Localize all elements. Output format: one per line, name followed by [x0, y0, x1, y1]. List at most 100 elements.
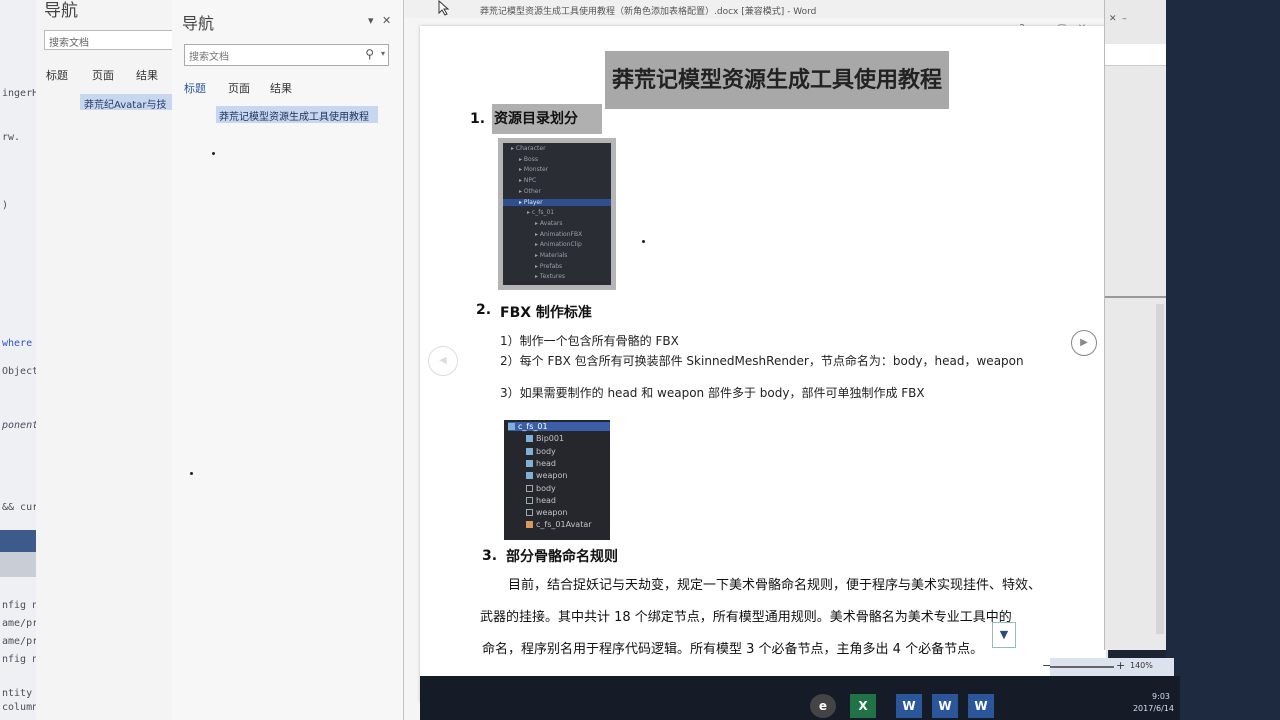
hierarchy-node-label: c_fs_01 — [518, 422, 548, 431]
hierarchy-node: head — [526, 459, 556, 468]
fbx-point-3: 3）如果需要制作的 head 和 weapon 部件多于 body，部件可单独制… — [500, 386, 925, 400]
tree-folder-item: ▸ Boss — [519, 155, 538, 163]
gameobject-icon — [526, 435, 533, 443]
next-page-button[interactable]: ▶ — [1071, 330, 1097, 356]
chevron-down-icon[interactable]: ▾ — [381, 49, 385, 58]
section-3-number: 3. — [482, 548, 498, 564]
taskbar-app-word[interactable]: W — [968, 694, 994, 718]
gameobject-icon — [526, 472, 533, 480]
taskbar-app-excel[interactable]: X — [850, 694, 876, 718]
section-2-heading: FBX 制作标准 — [500, 305, 592, 321]
bookmark-icon[interactable]: ▼ — [992, 622, 1016, 648]
hierarchy-node: body — [526, 484, 556, 493]
section-3-heading: 部分骨骼命名规则 — [506, 549, 618, 565]
tree-folder-item: ▸ AnimationFBX — [535, 230, 583, 238]
window-title: 莽荒记模型资源生成工具使用教程（新角色添加表格配置）.docx [兼容模式] -… — [480, 7, 817, 17]
previous-page-button[interactable]: ◀ — [428, 346, 458, 376]
window-controls-icon: ✕ – — [1109, 14, 1127, 24]
taskbar-app-word[interactable]: W — [896, 694, 922, 718]
zoom-in-button[interactable]: + — [1116, 659, 1125, 672]
gameobject-icon — [526, 459, 533, 467]
fbx-point-2: 2）每个 FBX 包含所有可换装部件 SkinnedMeshRender，节点命… — [500, 354, 1024, 368]
document-title: 莽荒记模型资源生成工具使用教程 — [605, 51, 949, 109]
tree-folder-item: ▸ c_fs_01 — [527, 209, 555, 217]
nav-pane-close-icon[interactable]: ✕ — [382, 14, 391, 27]
desktop-background — [1166, 0, 1280, 720]
zoom-level[interactable]: 140% — [1130, 661, 1153, 670]
tree-folder-item: ▸ Textures — [535, 273, 566, 281]
gameobject-icon — [508, 423, 515, 430]
naming-paragraph-line: 武器的挂接。其中共计 18 个绑定节点，所有模型通用规则。美术骨骼名为美术专业工… — [480, 610, 1012, 625]
naming-paragraph-line: 命名，程序别名用于程序代码逻辑。所有模型 3 个必备节点，主角多出 4 个必备节… — [482, 642, 984, 657]
section-2-number: 2. — [476, 302, 492, 318]
hierarchy-node-label: head — [536, 458, 556, 468]
mesh-icon — [526, 496, 533, 504]
gameobject-icon — [526, 447, 533, 455]
back-nav-tab-pages[interactable]: 页面 — [92, 67, 114, 83]
tab-headings[interactable]: 标题 — [184, 80, 206, 96]
fbx-point-1: 1）制作一个包含所有骨骼的 FBX — [500, 334, 679, 348]
ie-icon[interactable]: e — [810, 694, 836, 718]
taskbar-app-word[interactable]: W — [932, 694, 958, 718]
tree-folder-item: ▸ Player — [503, 198, 611, 206]
system-tray[interactable]: 9:03 2017/6/14 — [1024, 690, 1180, 720]
fbx-hierarchy-screenshot: c_fs_01 Bip001 body head weapon body head weapo… — [504, 420, 610, 540]
screen-speck — [190, 472, 193, 475]
tab-pages[interactable]: 页面 — [228, 80, 250, 96]
clock-time[interactable]: 9:03 — [1152, 692, 1170, 701]
nav-heading-item[interactable]: 莽荒记模型资源生成工具使用教程 — [216, 106, 378, 123]
zoom-slider[interactable] — [1050, 666, 1114, 668]
tree-folder-item: ▸ AnimationClip — [535, 241, 582, 249]
section-1-heading: 资源目录划分 — [492, 104, 602, 134]
tree-folder-item: ▸ Prefabs — [535, 262, 563, 270]
hierarchy-node: Bip001 — [526, 434, 564, 443]
search-icon[interactable]: ⚲ — [365, 47, 374, 61]
hierarchy-node-label: weapon — [536, 471, 568, 481]
hierarchy-node-label: head — [536, 495, 556, 505]
back-nav-tab-headings[interactable]: 标题 — [46, 67, 68, 83]
code-line: Object — [2, 366, 39, 377]
screen-speck — [642, 240, 645, 243]
tree-folder-item: ▸ NPC — [519, 177, 537, 185]
tree-folder-item: ▸ Character — [511, 145, 546, 152]
naming-paragraph-line: 目前，结合捉妖记与天劫变，规定一下美术骨骼命名规则，便于程序与美术实现挂件、特效… — [508, 578, 1042, 593]
mouse-cursor-icon — [438, 0, 450, 16]
tree-folder-item: ▸ Monster — [519, 166, 549, 174]
hierarchy-node-label: Bip001 — [536, 434, 565, 444]
nav-pane-menu-icon[interactable]: ▾ — [368, 14, 374, 27]
hierarchy-node-label: body — [536, 483, 556, 493]
hierarchy-node: body — [526, 447, 556, 456]
nav-search-input[interactable] — [185, 47, 355, 68]
hierarchy-node: head — [526, 496, 556, 505]
section-1-number: 1. — [470, 111, 486, 127]
hierarchy-node-label: body — [536, 446, 556, 456]
hierarchy-node-label: c_fs_01Avatar — [536, 520, 592, 530]
navigation-pane: 导航 ▾ ✕ ⚲ ▾ 标题 页面 结果 莽荒记模型资源生成工具使用教程 — [172, 0, 404, 720]
window-titlebar: 莽荒记模型资源生成工具使用教程（新角色添加表格配置）.docx [兼容模式] -… — [404, 0, 1104, 18]
nav-search-box[interactable]: ⚲ ▾ — [184, 44, 389, 68]
taskbar: e W X W W 9:03 2017/6/14 — [420, 676, 1180, 720]
mesh-icon — [526, 509, 533, 517]
hierarchy-node: weapon — [526, 471, 567, 480]
nav-pane-title: 导航 — [182, 14, 215, 33]
back-nav-tab-results[interactable]: 结果 — [136, 67, 158, 83]
background-window: ✕ – — [1104, 0, 1167, 650]
address-bar — [1105, 44, 1167, 66]
mesh-icon — [526, 484, 533, 492]
code-line: ) — [2, 200, 9, 211]
hierarchy-node: c_fs_01Avatar — [526, 520, 592, 529]
tree-folder-item: ▸ Avatars — [535, 219, 563, 227]
tab-results[interactable]: 结果 — [270, 80, 292, 96]
screen-speck — [212, 152, 215, 155]
code-line: rw. — [2, 132, 21, 143]
document-page[interactable]: 莽荒记模型资源生成工具使用教程 1. 资源目录划分 ▸ Character ▸ B… — [420, 26, 1106, 702]
clock-date[interactable]: 2017/6/14 — [1133, 704, 1174, 713]
back-nav-title: 导航 — [44, 1, 78, 21]
scrollbar[interactable] — [1156, 304, 1164, 634]
resource-tree-screenshot: ▸ Character ▸ Boss ▸ Monster ▸ NPC ▸ Other ▸ … — [498, 138, 616, 290]
tree-folder-item: ▸ Materials — [535, 252, 568, 259]
code-line: where — [2, 338, 33, 349]
hierarchy-node-label: weapon — [536, 508, 568, 518]
hierarchy-node: c_fs_01 — [508, 422, 610, 431]
status-bar: − + 140% — [1042, 658, 1174, 676]
